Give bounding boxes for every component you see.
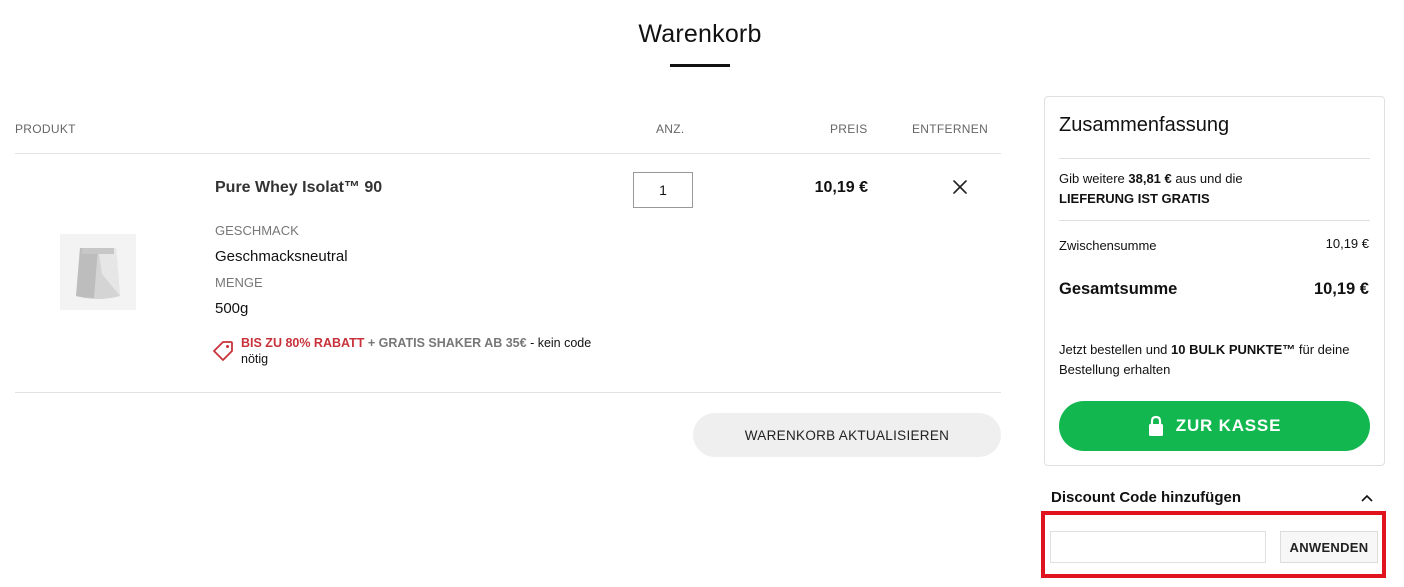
title-underline: [670, 64, 730, 67]
promo-shaker: + GRATIS SHAKER AB 35€: [364, 336, 527, 350]
free-shipping-line2: LIEFERUNG IST GRATIS: [1059, 191, 1210, 206]
protein-bag-image: [76, 248, 120, 299]
column-header-qty: ANZ.: [656, 122, 685, 136]
total-label: Gesamtsumme: [1059, 280, 1178, 298]
checkout-label: ZUR KASSE: [1175, 416, 1282, 435]
column-header-product: PRODUKT: [15, 122, 76, 136]
checkout-button[interactable]: ZUR KASSE: [1059, 401, 1370, 451]
discount-title[interactable]: Discount Code hinzufügen: [1051, 489, 1241, 506]
total-value: 10,19 €: [1313, 280, 1369, 298]
summary-title: Zusammenfassung: [1059, 114, 1230, 136]
item-divider: [15, 392, 1001, 393]
product-name[interactable]: Pure Whey Isolat™ 90: [215, 179, 382, 197]
product-image[interactable]: [60, 234, 136, 310]
free-shipping-amount: 38,81 €: [1128, 171, 1172, 186]
points-line2: Bestellung erhalten: [1059, 362, 1171, 377]
tag-icon: [213, 341, 233, 361]
summary-divider: [1059, 220, 1370, 221]
free-shipping-message: Gib weitere 38,81 € aus und die LIEFERUN…: [1059, 169, 1243, 209]
amount-value: 500g: [215, 300, 249, 317]
quantity-input[interactable]: [633, 172, 693, 208]
bulk-points-message: Jetzt bestellen und 10 BULK PUNKTE™ für …: [1059, 340, 1349, 380]
lock-icon: [1148, 415, 1163, 436]
column-header-price: PREIS: [830, 122, 868, 136]
apply-discount-button[interactable]: ANWENDEN: [1280, 531, 1378, 563]
column-header-remove: ENTFERNEN: [912, 122, 989, 136]
free-shipping-suffix: aus und die: [1171, 171, 1243, 186]
item-price: 10,19 €: [814, 179, 868, 196]
points-suffix: für deine: [1295, 342, 1350, 357]
promo-message: BIS ZU 80% RABATT + GRATIS SHAKER AB 35€…: [241, 335, 601, 367]
points-bold: 10 BULK PUNKTE™: [1171, 342, 1296, 357]
free-shipping-prefix: Gib weitere: [1059, 171, 1129, 186]
discount-code-input[interactable]: [1050, 531, 1266, 563]
summary-divider: [1059, 158, 1370, 159]
amount-label: MENGE: [215, 275, 263, 290]
subtotal-value: 10,19 €: [1325, 236, 1369, 251]
flavor-label: GESCHMACK: [215, 223, 299, 238]
close-icon[interactable]: [950, 177, 970, 197]
chevron-up-icon[interactable]: [1360, 493, 1374, 503]
subtotal-label: Zwischensumme: [1059, 238, 1157, 253]
promo-discount: BIS ZU 80% RABATT: [241, 336, 365, 350]
header-divider: [15, 153, 1001, 154]
flavor-value: Geschmacksneutral: [215, 248, 348, 265]
update-cart-button[interactable]: WARENKORB AKTUALISIEREN: [693, 413, 1001, 457]
points-prefix: Jetzt bestellen und: [1059, 342, 1172, 357]
page-title: Warenkorb: [638, 20, 762, 48]
